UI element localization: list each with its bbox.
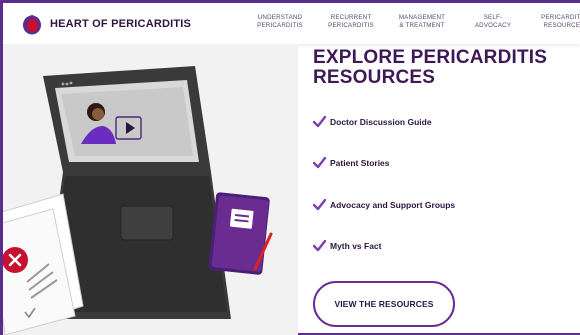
check-icon [313, 199, 326, 211]
check-icon [313, 240, 326, 252]
nav-pericarditis-resources[interactable]: PERICARDITIS RESOURCES [529, 14, 580, 30]
list-item-myth-vs-fact[interactable]: Myth vs Fact [313, 240, 382, 252]
check-icon [313, 157, 326, 169]
list-item-doctor-discussion-guide[interactable]: Doctor Discussion Guide [313, 116, 432, 128]
resources-content: EXPLORE PERICARDITIS RESOURCES Doctor Di… [313, 47, 575, 252]
nav-understand-pericarditis[interactable]: UNDERSTAND PERICARDITIS [245, 14, 315, 30]
notebook-icon [208, 192, 270, 275]
list-item-label: Doctor Discussion Guide [330, 117, 432, 127]
list-item-label: Patient Stories [330, 158, 390, 168]
list-item-label: Advocacy and Support Groups [330, 200, 456, 210]
list-item-label: Myth vs Fact [330, 241, 382, 251]
page-title: EXPLORE PERICARDITIS RESOURCES [313, 47, 548, 88]
hero-illustration-panel [0, 44, 298, 335]
list-item-advocacy-support-groups[interactable]: Advocacy and Support Groups [313, 199, 455, 211]
list-item-patient-stories[interactable]: Patient Stories [313, 157, 390, 169]
nav-self-advocacy[interactable]: SELF- ADVOCACY [458, 14, 528, 30]
site-header: HEART OF PERICARDITIS UNDERSTAND PERICAR… [3, 3, 580, 44]
main-nav: UNDERSTAND PERICARDITIS RECURRENT PERICA… [3, 14, 580, 36]
view-resources-button[interactable]: VIEW THE RESOURCES [313, 281, 455, 327]
laptop-illustration [0, 66, 273, 335]
nav-recurrent-pericarditis[interactable]: RECURRENT PERICARDITIS [316, 14, 386, 30]
check-icon [313, 116, 326, 128]
nav-management-treatment[interactable]: MANAGEMENT & TREATMENT [387, 14, 457, 30]
red-x-icon [2, 247, 28, 273]
